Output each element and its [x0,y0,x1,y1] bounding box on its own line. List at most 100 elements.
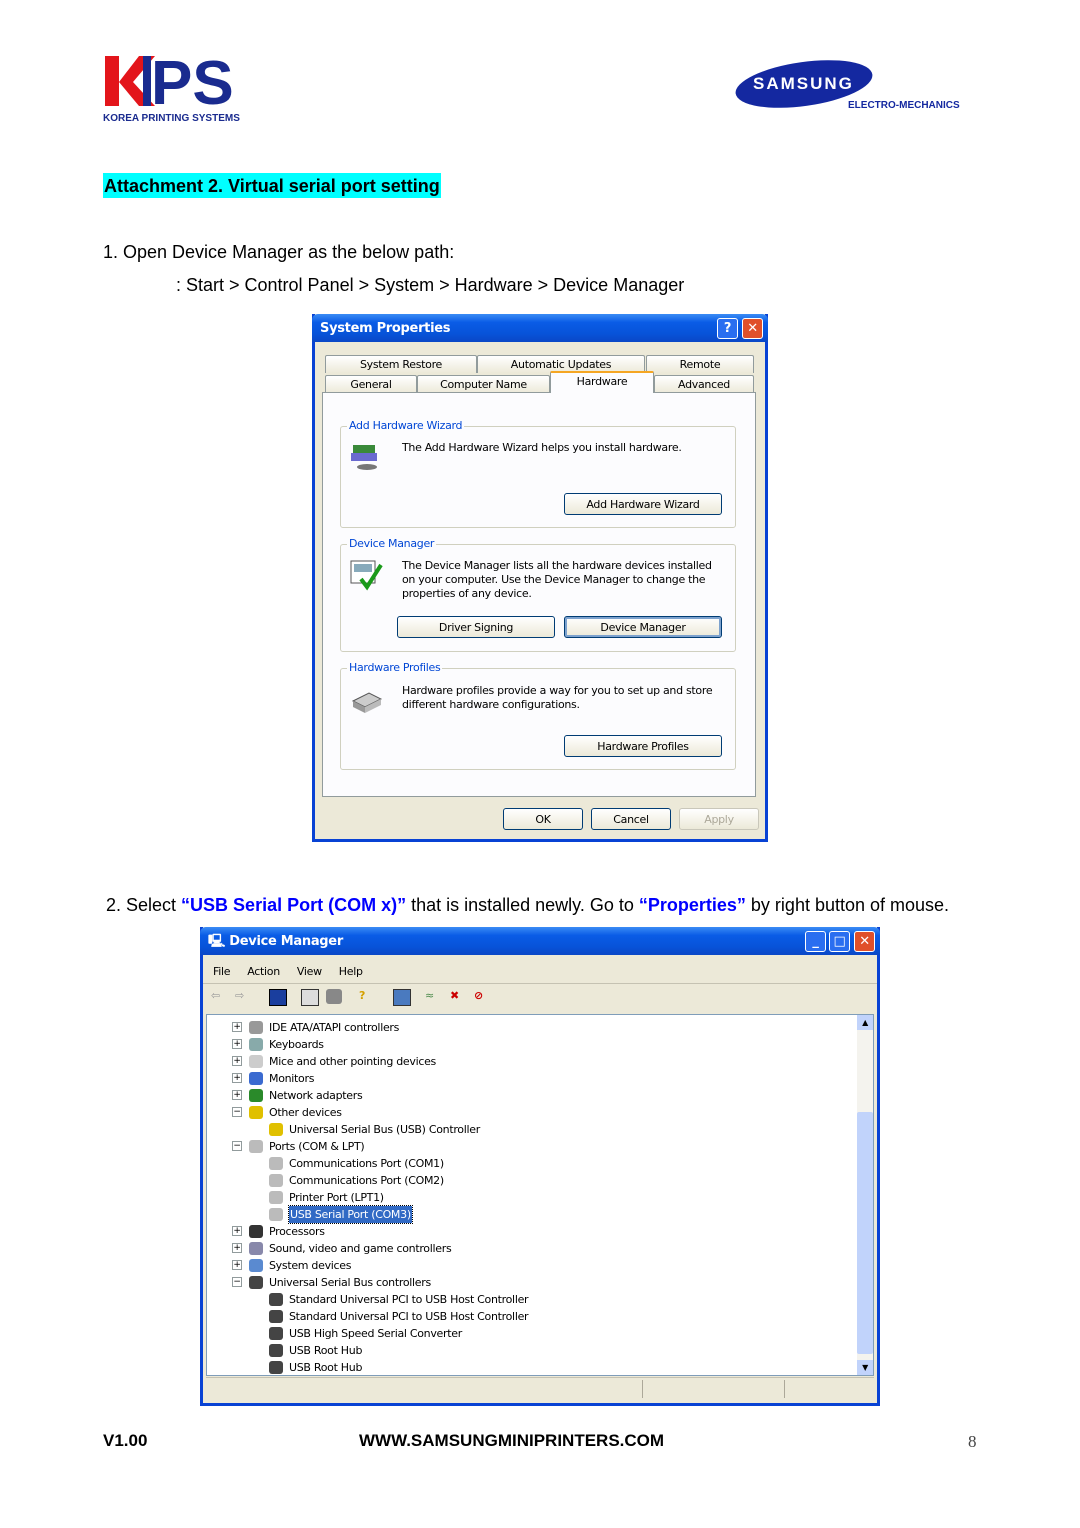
expand-icon[interactable]: + [232,1260,242,1270]
monitor-icon [249,1072,263,1085]
scroll-up-button[interactable]: ▲ [857,1015,873,1030]
samsung-logo: SAMSUNG ELECTRO-MECHANICS [732,52,960,116]
menu-bar: File Action View Help [213,965,380,978]
expand-icon[interactable]: + [232,1090,242,1100]
tab-general[interactable]: General [325,375,417,393]
disable-icon[interactable]: ⊘ [474,989,490,1004]
usb-icon [269,1327,283,1340]
help-icon[interactable]: ? [359,989,375,1004]
scan-hardware-icon[interactable] [393,989,411,1006]
tree-item-label: USB Root Hub [289,1344,363,1357]
footer-url: WWW.SAMSUNGMINIPRINTERS.COM [359,1431,665,1450]
expand-icon[interactable]: + [232,1056,242,1066]
update-driver-icon[interactable]: ≈ [425,989,441,1004]
processor-icon [249,1225,263,1238]
toolbar: ⇦ ⇨ ? ≈ ✖ ⊘ [203,986,877,1010]
add-hardware-wizard-button[interactable]: Add Hardware Wizard [564,493,722,515]
tab-system-restore[interactable]: System Restore [325,355,477,373]
tree-item-label: Universal Serial Bus (USB) Controller [289,1123,480,1136]
tree-item-label: Standard Universal PCI to USB Host Contr… [289,1293,529,1306]
dialog-title: System Properties [320,321,451,336]
kps-logo: PS KOREA PRINTING SYSTEMS [103,49,253,124]
kps-logo-subtitle: KOREA PRINTING SYSTEMS [103,113,240,124]
scroll-down-button[interactable]: ▼ [857,1360,873,1375]
step1-text: 1. Open Device Manager as the below path… [103,242,455,262]
sound-icon [249,1242,263,1255]
usb-icon [269,1310,283,1323]
group-description: The Device Manager lists all the hardwar… [402,559,712,600]
tree-item-label: Monitors [269,1072,315,1085]
tree-item-label: System devices [269,1259,352,1272]
close-button[interactable]: ✕ [854,931,875,952]
tree-item-label: Mice and other pointing devices [269,1055,436,1068]
kps-logo-graphic: PS [105,49,234,118]
expand-icon[interactable]: + [232,1073,242,1083]
cancel-button[interactable]: Cancel [591,808,671,830]
collapse-icon[interactable]: − [232,1107,242,1117]
print-icon[interactable] [326,989,342,1004]
svg-text:PS: PS [151,52,234,110]
ok-button[interactable]: OK [503,808,583,830]
properties-highlight: “Properties” [638,895,746,915]
document-page: PS KOREA PRINTING SYSTEMS SAMSUNG ELECTR… [0,0,1080,1528]
tree-item-label: Network adapters [269,1089,363,1102]
tab-hardware[interactable]: Hardware [550,371,654,393]
device-tree: + IDE ATA/ATAPI controllers + Keyboards + Mic… [206,1014,874,1376]
network-icon [249,1089,263,1102]
tree-item-label: USB High Speed Serial Converter [289,1327,462,1340]
expand-icon[interactable]: + [232,1039,242,1049]
apply-button[interactable]: Apply [679,808,759,830]
system-icon [249,1259,263,1272]
scrollbar-thumb[interactable] [857,1112,873,1354]
minimize-button[interactable]: _ [805,931,826,952]
vertical-scrollbar[interactable]: ▲ ▼ [857,1015,873,1375]
show-hide-tree-icon[interactable] [269,989,287,1006]
port-icon [269,1208,283,1221]
port-icon [269,1174,283,1187]
uninstall-icon[interactable]: ✖ [450,989,466,1004]
menu-view[interactable]: View [297,965,322,978]
expand-icon[interactable]: + [232,1022,242,1032]
menu-file[interactable]: File [213,965,231,978]
expand-icon[interactable]: + [232,1243,242,1253]
device-manager-button[interactable]: Device Manager [564,616,722,638]
forward-icon[interactable]: ⇨ [235,989,251,1004]
usb-serial-port-highlight: “USB Serial Port (COM x)” [181,895,407,915]
add-hardware-icon [351,445,377,470]
unknown-device-icon [249,1106,263,1119]
maximize-button[interactable]: □ [829,931,850,952]
device-manager-window: 🖳 Device Manager _ □ ✕ File Action View Hel… [200,927,880,1406]
tree-item-label: USB Root Hub [289,1361,363,1374]
help-button[interactable]: ? [717,318,738,339]
tree-item-label: Standard Universal PCI to USB Host Contr… [289,1310,529,1323]
tree-item-label: Other devices [269,1106,342,1119]
back-icon[interactable]: ⇦ [211,989,227,1004]
group-device-manager: Device Manager The Device Manager lists … [340,537,736,652]
group-add-hardware-wizard: Add Hardware Wizard The Add Hardware Wiz… [340,419,736,528]
warning-device-icon [269,1123,283,1136]
system-properties-dialog: System Properties ? ✕ System Restore Aut… [312,314,768,842]
menu-help[interactable]: Help [339,965,363,978]
menu-action[interactable]: Action [247,965,280,978]
hardware-profiles-button[interactable]: Hardware Profiles [564,735,722,757]
close-button[interactable]: ✕ [742,318,763,339]
properties-icon[interactable] [301,989,319,1006]
usb-icon [249,1276,263,1289]
usb-icon [269,1361,283,1374]
expand-icon[interactable]: + [232,1226,242,1236]
hardware-tab-panel: Add Hardware Wizard The Add Hardware Wiz… [322,392,756,797]
tab-computer-name[interactable]: Computer Name [417,375,550,393]
tab-remote[interactable]: Remote [646,355,754,373]
step1-path: : Start > Control Panel > System > Hardw… [176,275,685,295]
tree-item-label: Sound, video and game controllers [269,1242,452,1255]
tree-item-label: Communications Port (COM2) [289,1174,444,1187]
window-titlebar: 🖳 Device Manager _ □ ✕ [200,927,880,955]
port-icon [249,1140,263,1153]
tab-advanced[interactable]: Advanced [654,375,754,393]
collapse-icon[interactable]: − [232,1141,242,1151]
collapse-icon[interactable]: − [232,1277,242,1287]
step2-text: 2. Select “USB Serial Port (COM x)” that… [106,895,950,915]
group-label: Hardware Profiles [347,661,443,674]
driver-signing-button[interactable]: Driver Signing [397,616,555,638]
status-bar [206,1377,874,1400]
